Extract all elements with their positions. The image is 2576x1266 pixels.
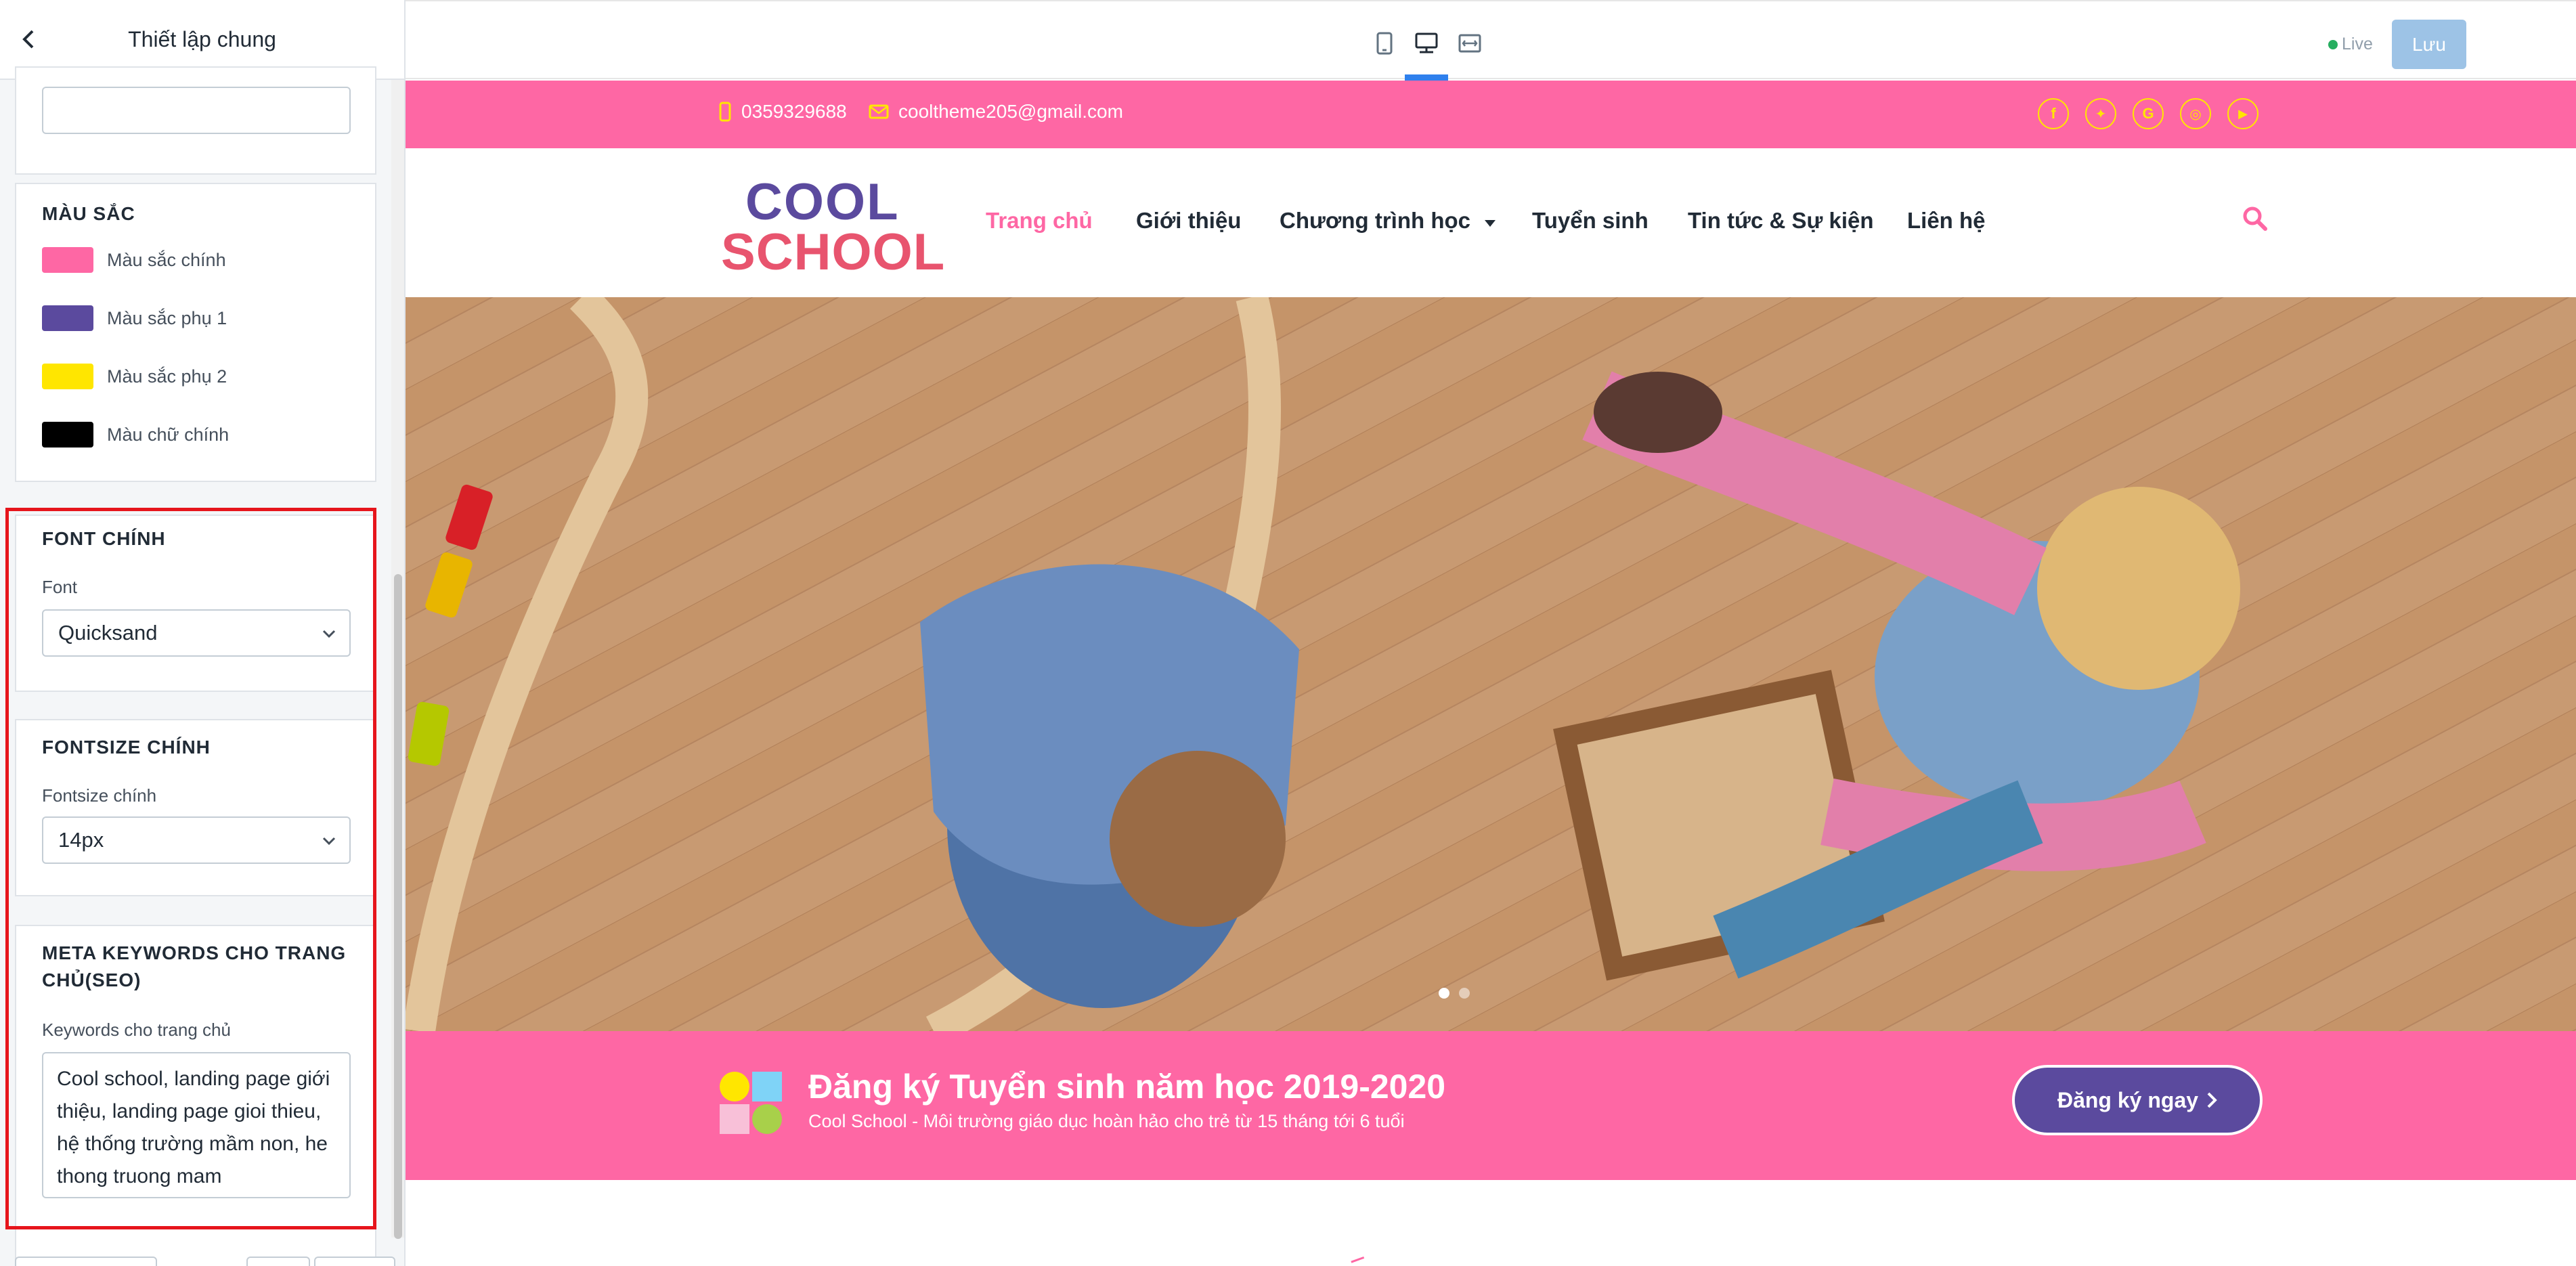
hero-slider <box>406 297 2576 1031</box>
active-device-indicator <box>1405 74 1448 81</box>
slider-dot-2[interactable] <box>1459 988 1470 999</box>
save-button[interactable]: Lưu <box>2392 20 2466 69</box>
facebook-link[interactable]: f <box>2038 98 2069 129</box>
site-topbar: 0359329688 cooltheme205@gmail.com f ✦ G … <box>406 81 2576 148</box>
youtube-link[interactable]: ▶ <box>2227 98 2258 129</box>
site-logo[interactable]: COOL SCHOOL <box>721 173 944 281</box>
editor-toolbar: Live Lưu <box>406 0 2576 81</box>
desktop-icon <box>1415 32 1438 53</box>
register-now-label: Đăng ký ngay <box>2057 1087 2199 1112</box>
colors-heading: MÀU SẮC <box>42 203 135 224</box>
settings-sidebar: Thiết lập chung MÀU SẮC Màu sắc chính Mà… <box>0 0 406 1266</box>
envelope-icon <box>869 104 889 119</box>
color-swatch-secondary-2[interactable] <box>42 364 93 389</box>
email-address: cooltheme205@gmail.com <box>898 101 1123 122</box>
register-now-button[interactable]: Đăng ký ngay <box>2012 1065 2263 1135</box>
slider-dot-1[interactable] <box>1439 988 1449 999</box>
color-label: Màu sắc chính <box>107 249 226 270</box>
fontsize-select-value: 14px <box>58 828 104 852</box>
phone-icon <box>719 102 731 122</box>
meta-keywords-textarea[interactable]: Cool school, landing page giới thiệu, la… <box>42 1052 351 1198</box>
meta-keywords-label: Keywords cho trang chủ <box>42 1020 231 1040</box>
next-section-icon <box>1351 1256 1367 1266</box>
color-label: Màu sắc phụ 2 <box>107 366 227 387</box>
instagram-icon: ◎ <box>2189 106 2202 122</box>
admissions-banner: Đăng ký Tuyển sinh năm học 2019-2020 Coo… <box>406 1031 2576 1180</box>
caret-down-icon <box>1485 220 1496 227</box>
nav-about[interactable]: Giới thiệu <box>1136 208 1241 234</box>
fullwidth-icon <box>1458 34 1481 53</box>
google-link[interactable]: G <box>2133 98 2164 129</box>
phone-number: 0359329688 <box>741 101 847 122</box>
color-swatch-secondary-1[interactable] <box>42 305 93 331</box>
font-select[interactable]: Quicksand <box>42 609 351 657</box>
banner-title: Đăng ký Tuyển sinh năm học 2019-2020 <box>808 1068 1446 1106</box>
live-status-label[interactable]: Live <box>2342 35 2373 54</box>
previous-settings-card <box>15 66 376 175</box>
color-swatch-primary[interactable] <box>42 247 93 273</box>
color-label: Màu chữ chính <box>107 424 230 445</box>
chevron-down-icon <box>322 837 336 846</box>
previous-input-field[interactable] <box>42 87 351 134</box>
facebook-icon: f <box>2051 105 2056 122</box>
twitter-icon: ✦ <box>2095 106 2107 122</box>
nav-programs-label: Chương trình học <box>1280 208 1470 233</box>
google-icon: G <box>2142 105 2154 122</box>
email-contact[interactable]: cooltheme205@gmail.com <box>869 101 1123 123</box>
nav-programs[interactable]: Chương trình học <box>1280 208 1497 234</box>
nav-home[interactable]: Trang chủ <box>986 208 1093 234</box>
font-heading: FONT CHÍNH <box>42 528 166 549</box>
font-card: FONT CHÍNH Font Quicksand <box>15 515 376 692</box>
sidebar-scrollbar-thumb[interactable] <box>394 574 402 1239</box>
banner-subtitle: Cool School - Môi trường giáo dục hoàn h… <box>808 1111 1405 1131</box>
hero-photo <box>406 297 2576 1031</box>
youtube-icon: ▶ <box>2238 106 2248 121</box>
fullwidth-view-button[interactable] <box>1455 28 1485 58</box>
fontsize-card: FONTSIZE CHÍNH Fontsize chính 14px <box>15 719 376 896</box>
chevron-down-icon <box>322 630 336 638</box>
nav-admissions[interactable]: Tuyển sinh <box>1532 208 1649 234</box>
mobile-icon <box>1376 32 1393 55</box>
search-button[interactable] <box>2242 205 2269 232</box>
mobile-view-button[interactable] <box>1370 28 1399 58</box>
color-swatch-text[interactable] <box>42 422 93 448</box>
sidebar-footer-button[interactable] <box>314 1257 395 1266</box>
nav-contact[interactable]: Liên hệ <box>1907 208 1986 234</box>
sidebar-title: Thiết lập chung <box>128 27 276 51</box>
color-label: Màu sắc phụ 1 <box>107 307 227 328</box>
meta-keywords-heading: META KEYWORDS CHO TRANG CHỦ(SEO) <box>42 942 347 990</box>
logo-line-2: SCHOOL <box>721 223 946 281</box>
twitter-link[interactable]: ✦ <box>2085 98 2116 129</box>
colors-card: MÀU SẮC Màu sắc chính Màu sắc phụ 1 Màu … <box>15 183 376 482</box>
phone-contact[interactable]: 0359329688 <box>718 101 847 123</box>
chevron-right-icon <box>2207 1092 2217 1108</box>
fontsize-heading: FONTSIZE CHÍNH <box>42 737 211 758</box>
font-label: Font <box>42 577 78 597</box>
sidebar-footer-button[interactable] <box>15 1257 157 1266</box>
color-primary[interactable]: Màu sắc chính <box>42 246 226 274</box>
live-status-icon <box>2328 40 2338 49</box>
sidebar-scroll-area: MÀU SẮC Màu sắc chính Màu sắc phụ 1 Màu … <box>0 66 391 1266</box>
color-text[interactable]: Màu chữ chính <box>42 421 229 448</box>
site-preview: 0359329688 cooltheme205@gmail.com f ✦ G … <box>406 81 2576 1266</box>
font-select-value: Quicksand <box>58 621 158 645</box>
desktop-view-button[interactable] <box>1412 28 1441 58</box>
sidebar-footer-button[interactable] <box>246 1257 310 1266</box>
meta-keywords-card: META KEYWORDS CHO TRANG CHỦ(SEO) Keyword… <box>15 925 376 1266</box>
search-icon <box>2243 206 2267 231</box>
site-navbar: COOL SCHOOL Trang chủ Giới thiệu Chương … <box>406 148 2576 297</box>
color-secondary-1[interactable]: Màu sắc phụ 1 <box>42 305 227 332</box>
fontsize-label: Fontsize chính <box>42 785 157 806</box>
color-secondary-2[interactable]: Màu sắc phụ 2 <box>42 363 227 390</box>
fontsize-select[interactable]: 14px <box>42 816 351 864</box>
instagram-link[interactable]: ◎ <box>2180 98 2211 129</box>
nav-news[interactable]: Tin tức & Sự kiện <box>1688 208 1874 234</box>
colorful-squares-icon <box>720 1072 782 1134</box>
